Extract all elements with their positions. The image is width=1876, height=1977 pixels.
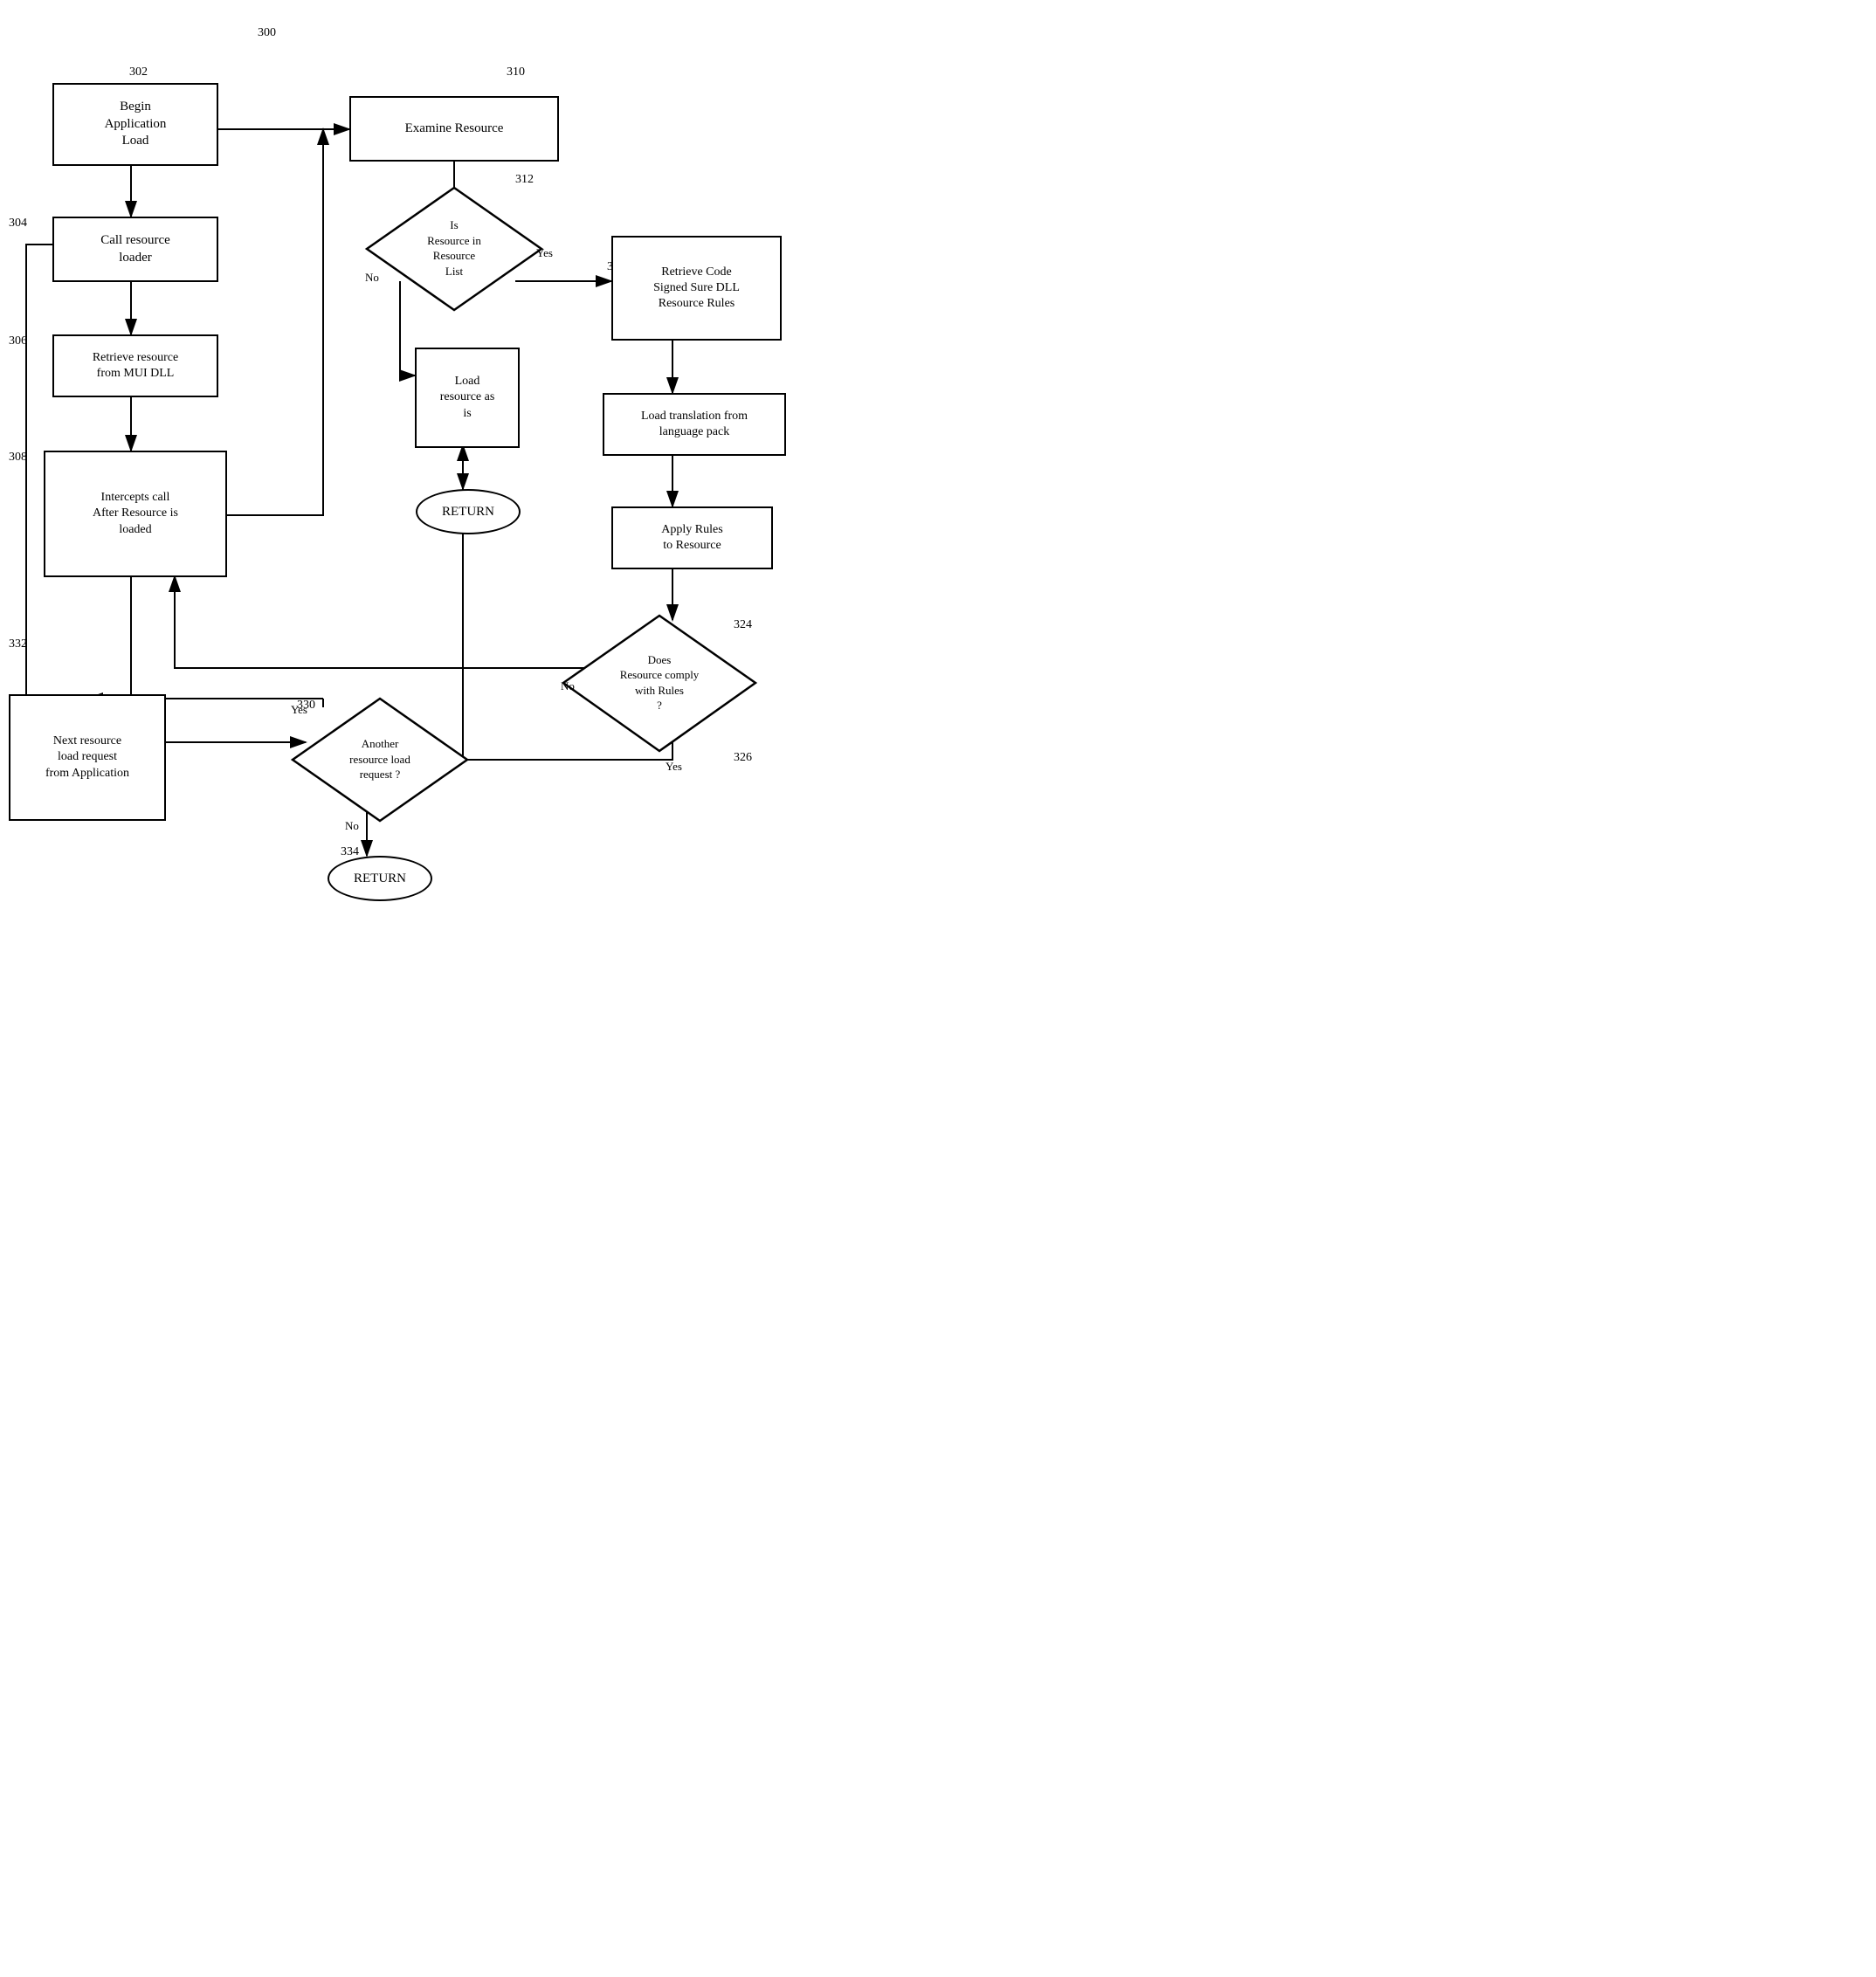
intercepts-call-box: Intercepts call After Resource is loaded <box>44 451 227 577</box>
is-resource-in-list-diamond: IsResource inResourceList <box>362 183 546 314</box>
examine-resource-box: Examine Resource <box>349 96 559 162</box>
does-resource-comply-diamond: DoesResource complywith Rules? <box>559 611 760 755</box>
ref-306: 306 <box>9 334 27 348</box>
ref-302: 302 <box>129 65 148 79</box>
no-label-comply: No <box>561 679 575 693</box>
no-label-another: No <box>345 819 359 833</box>
return-oval-2: RETURN <box>328 856 432 901</box>
ref-304: 304 <box>9 217 27 231</box>
apply-rules-box: Apply Rules to Resource <box>611 506 773 569</box>
retrieve-code-signed-box: Retrieve Code Signed Sure DLL Resource R… <box>611 236 782 341</box>
yes-label-comply: Yes <box>666 760 682 774</box>
no-label-resource-list: No <box>365 271 379 285</box>
ref-332: 332 <box>9 637 27 651</box>
ref-308: 308 <box>9 451 27 465</box>
load-resource-as-is-box: Load resource as is <box>415 348 520 448</box>
begin-application-load-box: Begin Application Load <box>52 83 218 166</box>
another-resource-load-diamond: Anotherresource loadrequest ? <box>288 694 472 825</box>
flowchart-diagram: 300 302 310 312 314 316 318 320 322 324 … <box>0 0 938 988</box>
return-oval-1: RETURN <box>416 489 521 534</box>
next-resource-box: Next resource load request from Applicat… <box>9 694 166 821</box>
yes-label-another: Yes <box>291 703 307 717</box>
yes-label-resource-list: Yes <box>536 246 553 260</box>
ref-310: 310 <box>507 65 525 79</box>
ref-334: 334 <box>341 845 359 859</box>
ref-300: 300 <box>258 26 276 40</box>
retrieve-resource-box: Retrieve resource from MUI DLL <box>52 334 218 397</box>
call-resource-loader-box: Call resource loader <box>52 217 218 282</box>
load-translation-box: Load translation from language pack <box>603 393 786 456</box>
